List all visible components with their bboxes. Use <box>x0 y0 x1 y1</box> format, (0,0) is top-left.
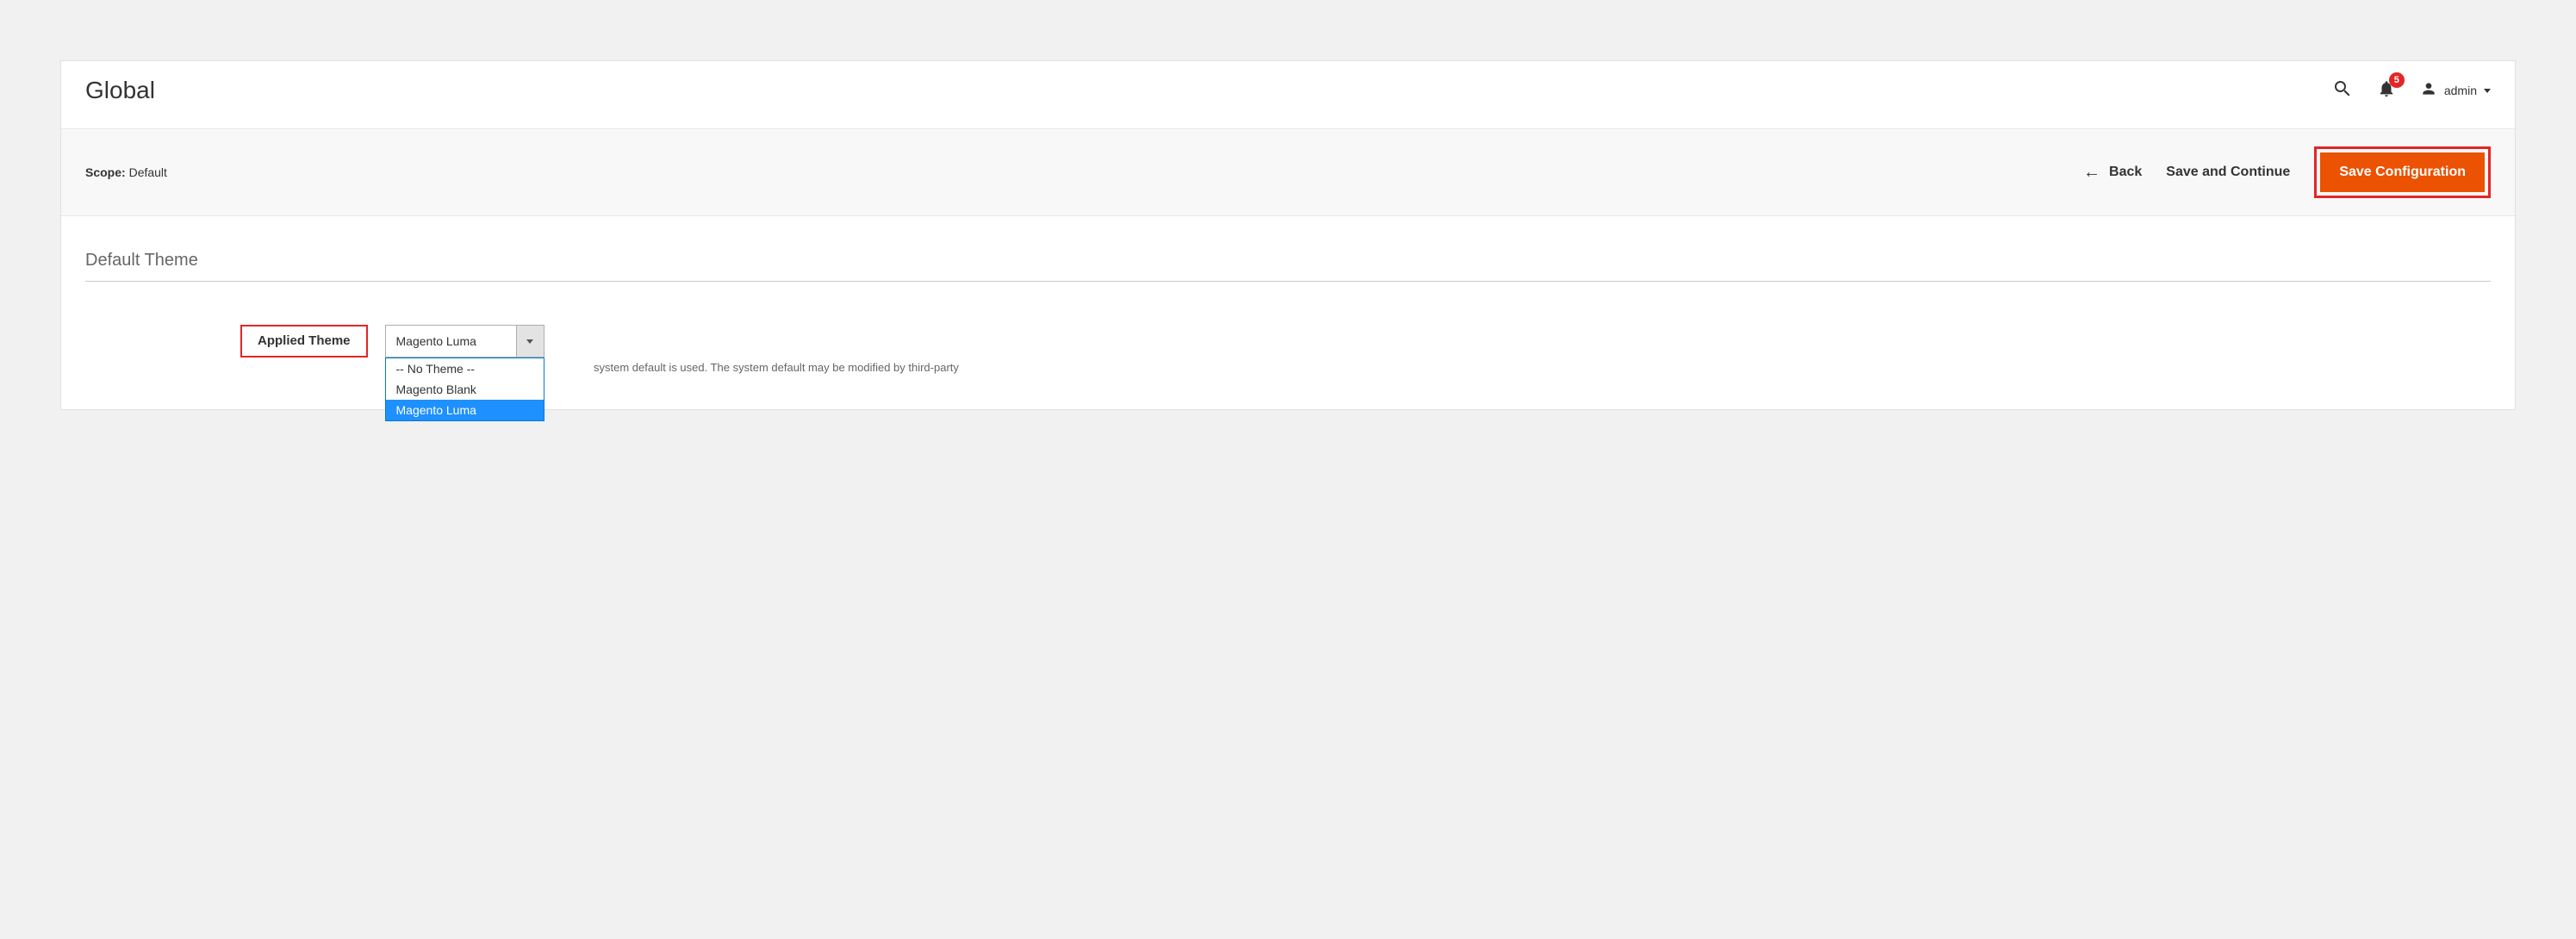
dropdown-option[interactable]: Magento Blank <box>386 379 544 400</box>
applied-theme-dropdown: -- No Theme --Magento BlankMagento Luma <box>385 358 544 421</box>
dropdown-option[interactable]: Magento Luma <box>386 400 544 420</box>
save-config-highlight: Save Configuration <box>2314 146 2491 198</box>
applied-theme-select-wrapper: Magento Luma -- No Theme --Magento Blank… <box>385 325 544 358</box>
scope-label-prefix: Scope: <box>85 165 126 179</box>
content-area: Default Theme Applied Theme Magento Luma… <box>61 216 2515 409</box>
back-button[interactable]: ← Back <box>2083 163 2142 183</box>
save-and-continue-button[interactable]: Save and Continue <box>2166 165 2290 180</box>
caret-down-icon <box>2484 89 2491 93</box>
save-configuration-button[interactable]: Save Configuration <box>2320 152 2485 192</box>
field-label-highlight: Applied Theme <box>240 325 368 358</box>
caret-down-icon <box>526 339 533 344</box>
header-actions: 5 admin <box>2332 78 2491 103</box>
select-arrow-button[interactable] <box>516 326 544 357</box>
bell-icon <box>2377 87 2396 102</box>
section-title: Default Theme <box>85 251 2491 282</box>
select-value: Magento Luma <box>386 326 516 357</box>
scope-display: Scope: Default <box>85 165 167 179</box>
notification-badge: 5 <box>2389 72 2405 88</box>
applied-theme-row: Applied Theme Magento Luma -- No Theme -… <box>240 325 2491 358</box>
dropdown-option[interactable]: -- No Theme -- <box>386 358 544 379</box>
main-panel: Global 5 admin Scope: Default <box>60 60 2516 410</box>
scope-value: Default <box>129 165 167 179</box>
user-menu[interactable]: admin <box>2420 80 2491 102</box>
notifications-button[interactable]: 5 <box>2377 79 2396 103</box>
back-label: Back <box>2109 165 2142 180</box>
user-icon <box>2420 80 2437 102</box>
applied-theme-label: Applied Theme <box>258 333 351 348</box>
page-title: Global <box>85 77 155 104</box>
username-label: admin <box>2444 84 2477 97</box>
help-text: system default is used. The system defau… <box>594 361 959 374</box>
search-icon[interactable] <box>2332 78 2353 103</box>
applied-theme-select[interactable]: Magento Luma <box>385 325 544 358</box>
toolbar-buttons: ← Back Save and Continue Save Configurat… <box>2083 146 2491 198</box>
header-row: Global 5 admin <box>61 61 2515 104</box>
toolbar: Scope: Default ← Back Save and Continue … <box>61 128 2515 216</box>
arrow-left-icon: ← <box>2083 163 2100 183</box>
